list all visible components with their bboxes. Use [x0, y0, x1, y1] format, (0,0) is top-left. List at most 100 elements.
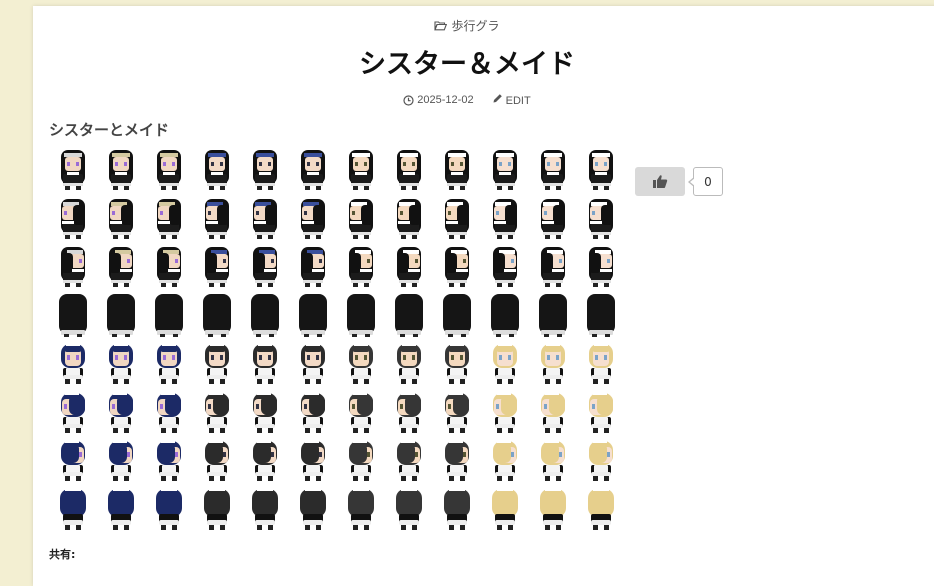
sprite-maid-right — [289, 435, 337, 484]
sprite-nun-right — [577, 241, 625, 290]
sprite-maid-left — [193, 387, 241, 436]
sprite-maid-right — [145, 435, 193, 484]
sprite-nun-back — [49, 290, 97, 339]
sprite-maid-left — [337, 387, 385, 436]
sprite-maid-left — [145, 387, 193, 436]
character-sprite — [109, 150, 133, 190]
character-sprite — [589, 150, 613, 190]
character-sprite — [349, 150, 373, 190]
sprite-maid-front — [49, 338, 97, 387]
character-sprite — [349, 247, 373, 287]
character-sprite — [541, 198, 565, 239]
sprite-maid-back — [241, 484, 289, 533]
sprite-maid-right — [481, 435, 529, 484]
sprite-nun-left — [289, 193, 337, 242]
character-sprite — [61, 198, 85, 239]
sprite-maid-back — [337, 484, 385, 533]
character-sprite — [348, 487, 374, 530]
sprite-maid-left — [529, 387, 577, 436]
character-sprite — [253, 440, 277, 481]
edit-link[interactable]: EDIT — [492, 93, 531, 107]
character-sprite — [107, 293, 135, 337]
sprite-nun-front — [385, 144, 433, 193]
character-sprite — [349, 343, 373, 384]
character-sprite — [541, 391, 565, 433]
sprite-maid-right — [385, 435, 433, 484]
character-sprite — [205, 198, 229, 239]
character-sprite — [588, 487, 614, 530]
sprite-maid-left — [241, 387, 289, 436]
character-sprite — [539, 293, 567, 337]
character-sprite — [349, 440, 373, 481]
sprite-maid-back — [529, 484, 577, 533]
character-sprite — [445, 247, 469, 287]
sprite-maid-back — [577, 484, 625, 533]
sprite-maid-right — [433, 435, 481, 484]
character-sprite — [253, 391, 277, 433]
character-sprite — [252, 487, 278, 530]
character-sprite — [445, 150, 469, 190]
character-sprite — [203, 293, 231, 337]
sprite-nun-right — [97, 241, 145, 290]
character-sprite — [493, 198, 517, 239]
sprite-maid-front — [481, 338, 529, 387]
character-sprite — [205, 343, 229, 384]
character-sprite — [349, 198, 373, 239]
sprite-nun-front — [529, 144, 577, 193]
character-sprite — [493, 391, 517, 433]
like-widget: 0 — [635, 167, 723, 196]
sprite-nun-front — [289, 144, 337, 193]
character-sprite — [253, 343, 277, 384]
sprite-nun-right — [193, 241, 241, 290]
character-sprite — [541, 247, 565, 287]
character-sprite — [444, 487, 470, 530]
character-sprite — [589, 343, 613, 384]
sprite-nun-right — [529, 241, 577, 290]
sprite-maid-back — [49, 484, 97, 533]
sprite-nun-right — [385, 241, 433, 290]
sprite-nun-back — [289, 290, 337, 339]
sprite-maid-front — [97, 338, 145, 387]
character-sprite — [300, 487, 326, 530]
character-sprite — [397, 150, 421, 190]
like-button[interactable] — [635, 167, 685, 196]
sprite-nun-left — [577, 193, 625, 242]
thumbs-up-icon — [653, 175, 668, 188]
character-sprite — [589, 391, 613, 433]
sprite-nun-back — [433, 290, 481, 339]
character-sprite — [205, 391, 229, 433]
sprite-maid-left — [577, 387, 625, 436]
sprite-maid-left — [49, 387, 97, 436]
character-sprite — [109, 391, 133, 433]
post-category[interactable]: 歩行グラ — [0, 17, 934, 34]
sprite-nun-front — [49, 144, 97, 193]
character-sprite — [445, 198, 469, 239]
character-sprite — [109, 343, 133, 384]
character-sprite — [397, 391, 421, 433]
sprite-nun-front — [433, 144, 481, 193]
character-sprite — [397, 343, 421, 384]
sprite-maid-right — [577, 435, 625, 484]
sprite-maid-front — [577, 338, 625, 387]
like-count: 0 — [688, 167, 723, 196]
sprite-maid-back — [145, 484, 193, 533]
character-sprite — [395, 293, 423, 337]
character-sprite — [157, 150, 181, 190]
sprite-maid-front — [241, 338, 289, 387]
sprite-nun-back — [577, 290, 625, 339]
sprite-maid-back — [193, 484, 241, 533]
sprite-maid-back — [385, 484, 433, 533]
character-sprite — [349, 391, 373, 433]
sprite-maid-right — [193, 435, 241, 484]
character-sprite — [155, 293, 183, 337]
sprite-nun-front — [145, 144, 193, 193]
sprite-nun-left — [385, 193, 433, 242]
sprite-nun-left — [241, 193, 289, 242]
category-label[interactable]: 歩行グラ — [451, 17, 499, 34]
edit-label[interactable]: EDIT — [506, 95, 531, 107]
character-sprite — [61, 247, 85, 287]
sprite-nun-right — [145, 241, 193, 290]
post-date-text: 2025-12-02 — [417, 94, 474, 106]
character-sprite — [157, 198, 181, 239]
character-sprite — [493, 343, 517, 384]
